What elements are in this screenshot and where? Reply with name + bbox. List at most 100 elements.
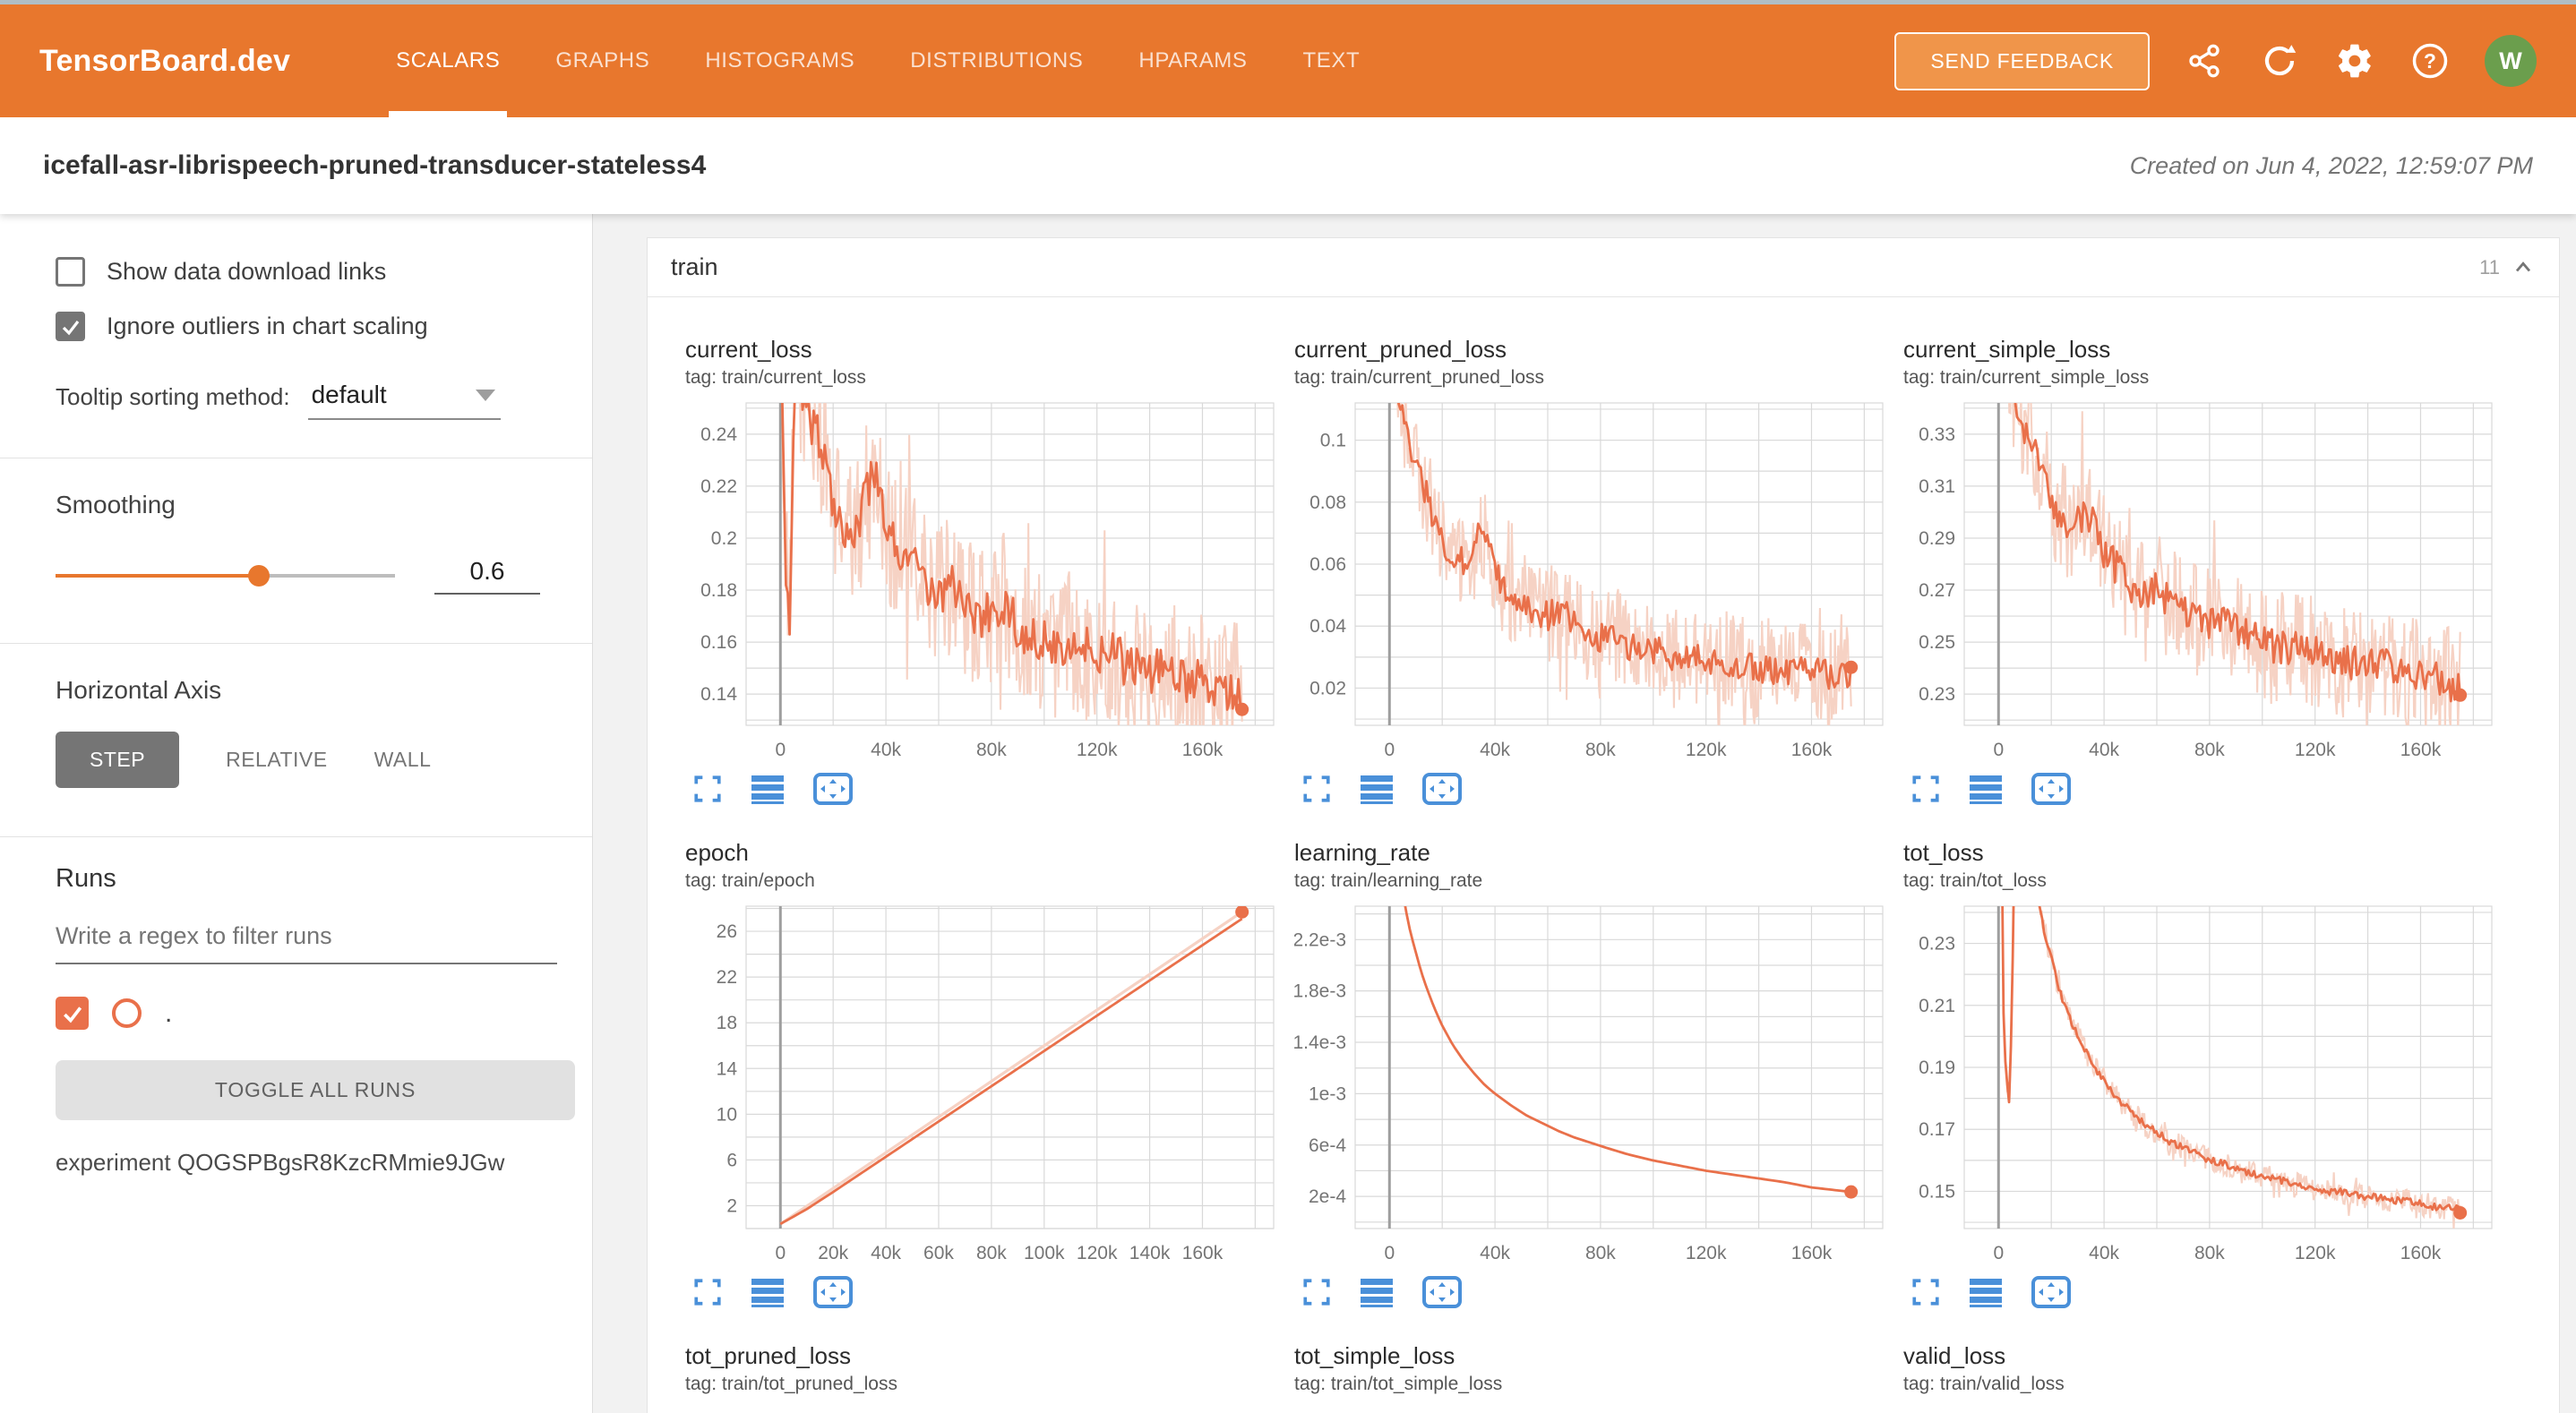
chart-toolbar xyxy=(1294,1275,1900,1309)
show-download-links-row[interactable]: Show data download links xyxy=(56,257,540,287)
toggle-all-runs-button[interactable]: TOGGLE ALL RUNS xyxy=(56,1060,575,1120)
chart-canvas[interactable]: 0.230.250.270.290.310.33040k80k120k160k xyxy=(1903,396,2499,765)
runs-label: Runs xyxy=(56,864,540,894)
svg-text:160k: 160k xyxy=(1182,1243,1224,1263)
svg-text:0.19: 0.19 xyxy=(1919,1058,1955,1078)
chart-toolbar xyxy=(1903,772,2509,806)
tab-text[interactable]: TEXT xyxy=(1303,4,1361,117)
tooltip-sorting-select[interactable]: default xyxy=(308,381,501,420)
data-series-list-icon[interactable] xyxy=(750,774,786,804)
svg-text:2.2e-3: 2.2e-3 xyxy=(1294,929,1346,950)
data-series-list-icon[interactable] xyxy=(1359,1277,1395,1307)
show-download-links-checkbox[interactable] xyxy=(56,257,85,287)
tab-distributions[interactable]: DISTRIBUTIONS xyxy=(910,4,1083,117)
data-series-list-icon[interactable] xyxy=(1968,774,2004,804)
chart-title: learning_rate xyxy=(1294,836,1900,869)
svg-text:120k: 120k xyxy=(1686,740,1727,760)
svg-text:10: 10 xyxy=(717,1104,737,1125)
brand-title: TensorBoard.dev xyxy=(39,44,290,79)
svg-text:0.25: 0.25 xyxy=(1919,632,1955,653)
runs-filter-input[interactable] xyxy=(56,917,557,964)
chart-title: tot_simple_loss xyxy=(1294,1340,1900,1372)
svg-text:0.22: 0.22 xyxy=(700,476,737,497)
svg-text:0: 0 xyxy=(1384,740,1395,760)
ignore-outliers-checkbox[interactable] xyxy=(56,312,85,341)
expand-chart-icon[interactable] xyxy=(692,1277,723,1307)
settings-sidebar: Show data download links Ignore outliers… xyxy=(0,214,593,1413)
svg-text:0: 0 xyxy=(775,740,786,760)
ignore-outliers-row[interactable]: Ignore outliers in chart scaling xyxy=(56,312,540,341)
tab-histograms[interactable]: HISTOGRAMS xyxy=(705,4,854,117)
svg-text:40k: 40k xyxy=(1480,740,1510,760)
chart-canvas[interactable]: 2e-46e-41e-31.4e-31.8e-32.2e-3040k80k120… xyxy=(1294,899,1890,1268)
chart-tag: tag: train/tot_loss xyxy=(1903,869,2509,894)
user-avatar[interactable]: W xyxy=(2485,35,2537,87)
sidebar-divider xyxy=(0,836,592,837)
svg-text:0.14: 0.14 xyxy=(700,684,737,705)
expand-chart-icon[interactable] xyxy=(1301,1277,1332,1307)
refresh-icon[interactable] xyxy=(2259,40,2300,81)
fit-domain-icon[interactable] xyxy=(2031,772,2072,806)
chart-title: tot_loss xyxy=(1903,836,2509,869)
axis-wall-button[interactable]: WALL xyxy=(374,732,432,788)
svg-text:0.29: 0.29 xyxy=(1919,528,1955,549)
chart-canvas[interactable]: 0.140.160.180.20.220.24040k80k120k160k xyxy=(685,396,1281,765)
send-feedback-button[interactable]: SEND FEEDBACK xyxy=(1894,32,2150,90)
chart-tag: tag: train/tot_pruned_loss xyxy=(685,1372,1291,1397)
chart-canvas[interactable]: 0.020.040.060.080.1040k80k120k160k xyxy=(1294,396,1890,765)
chart-canvas[interactable] xyxy=(1903,1402,2499,1413)
svg-text:160k: 160k xyxy=(1791,740,1833,760)
chart-card: current_loss tag: train/current_loss 0.1… xyxy=(682,333,1291,806)
axis-step-button[interactable]: STEP xyxy=(56,732,179,788)
sidebar-divider xyxy=(0,643,592,644)
fit-domain-icon[interactable] xyxy=(812,772,854,806)
chart-canvas[interactable]: 0.150.170.190.210.23040k80k120k160k xyxy=(1903,899,2499,1268)
chart-canvas[interactable] xyxy=(1294,1402,1890,1413)
chevron-up-icon[interactable] xyxy=(2511,255,2536,280)
svg-text:14: 14 xyxy=(717,1058,738,1079)
share-icon[interactable] xyxy=(2184,40,2225,81)
chart-card: tot_pruned_loss tag: train/tot_pruned_lo… xyxy=(682,1340,1291,1413)
train-group-header[interactable]: train 11 xyxy=(648,238,2559,297)
tab-graphs[interactable]: GRAPHS xyxy=(555,4,649,117)
svg-text:80k: 80k xyxy=(1585,1243,1616,1263)
group-title: train xyxy=(671,253,718,281)
svg-text:160k: 160k xyxy=(1182,740,1224,760)
settings-gear-icon[interactable] xyxy=(2334,40,2375,81)
svg-text:0.21: 0.21 xyxy=(1919,996,1955,1016)
svg-text:120k: 120k xyxy=(1077,740,1118,760)
data-series-list-icon[interactable] xyxy=(1359,774,1395,804)
help-icon[interactable]: ? xyxy=(2409,40,2451,81)
expand-chart-icon[interactable] xyxy=(692,774,723,804)
train-group-card: train 11 current_loss tag: train/current… xyxy=(647,237,2560,1413)
data-series-list-icon[interactable] xyxy=(750,1277,786,1307)
run-row[interactable]: . xyxy=(56,997,540,1030)
run-checkbox[interactable] xyxy=(56,997,89,1030)
svg-text:80k: 80k xyxy=(2194,1243,2225,1263)
data-series-list-icon[interactable] xyxy=(1968,1277,2004,1307)
smoothing-slider[interactable] xyxy=(56,565,395,587)
chart-canvas[interactable]: 261014182226020k40k60k80k100k120k140k160… xyxy=(685,899,1281,1268)
fit-domain-icon[interactable] xyxy=(1421,1275,1463,1309)
svg-text:0.06: 0.06 xyxy=(1309,554,1346,575)
show-download-links-label: Show data download links xyxy=(107,258,386,286)
experiment-title: icefall-asr-librispeech-pruned-transduce… xyxy=(43,150,706,181)
tab-hparams[interactable]: HPARAMS xyxy=(1138,4,1247,117)
smoothing-value-input[interactable]: 0.6 xyxy=(434,557,540,595)
slider-fill xyxy=(56,574,259,578)
chart-canvas[interactable] xyxy=(685,1402,1281,1413)
svg-text:0: 0 xyxy=(775,1243,786,1263)
expand-chart-icon[interactable] xyxy=(1301,774,1332,804)
axis-relative-button[interactable]: RELATIVE xyxy=(226,732,328,788)
expand-chart-icon[interactable] xyxy=(1911,774,1941,804)
fit-domain-icon[interactable] xyxy=(812,1275,854,1309)
svg-text:0: 0 xyxy=(1993,740,2004,760)
fit-domain-icon[interactable] xyxy=(2031,1275,2072,1309)
chart-title: valid_loss xyxy=(1903,1340,2509,1372)
slider-thumb[interactable] xyxy=(248,565,270,587)
tab-scalars[interactable]: SCALARS xyxy=(396,4,500,117)
fit-domain-icon[interactable] xyxy=(1421,772,1463,806)
svg-text:18: 18 xyxy=(717,1013,737,1033)
expand-chart-icon[interactable] xyxy=(1911,1277,1941,1307)
svg-text:0.17: 0.17 xyxy=(1919,1119,1955,1140)
